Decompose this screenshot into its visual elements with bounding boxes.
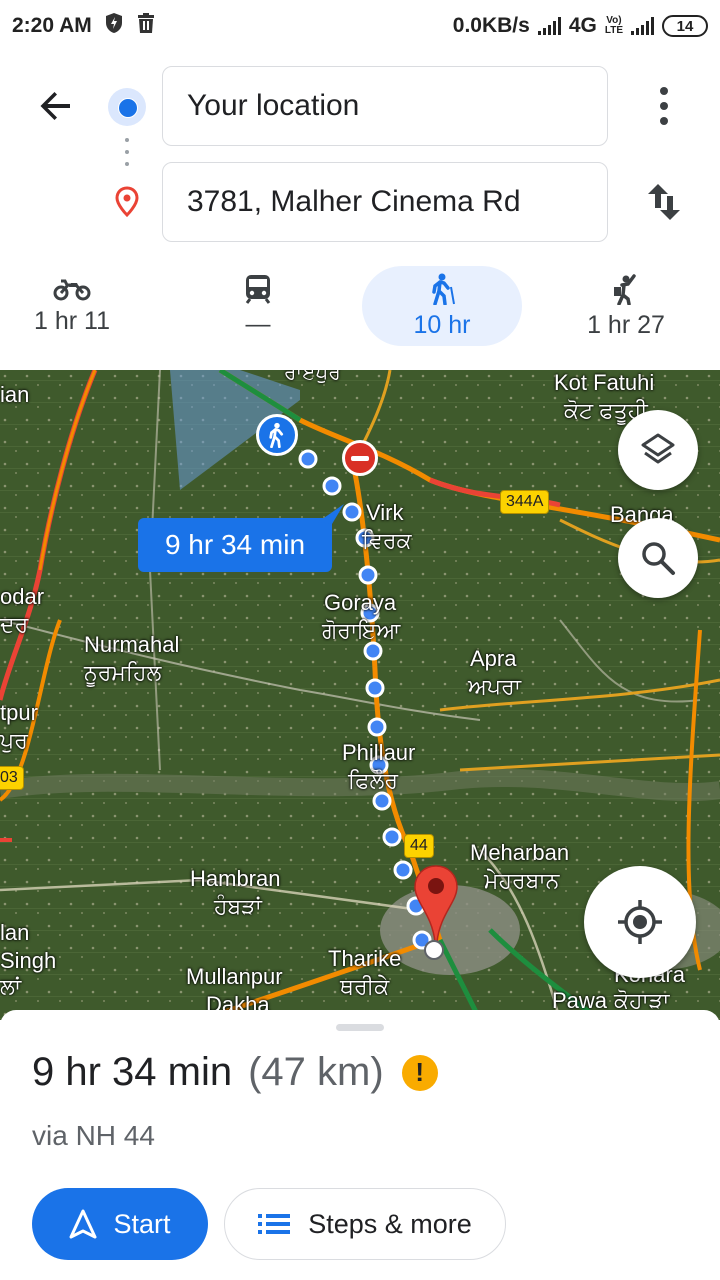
status-time: 2:20 AM [12, 14, 92, 37]
travel-mode-bar: 1 hr 11 — 10 hr 1 hr 27 [0, 266, 720, 348]
search-icon [642, 542, 675, 575]
walking-start-marker[interactable] [256, 414, 298, 456]
place-label-nurmahal-local: ਨੂਰਮਹਿਲ [84, 660, 162, 685]
place-label-meharban-local: ਮੇਹਰਬਾਨ [484, 868, 560, 893]
directions-panel: Your location 3781, Malher Cinema Rd 1 h… [0, 52, 720, 370]
place-label-phillaur: Phillaur [342, 740, 416, 765]
route-duration-callout[interactable]: 9 hr 34 min [138, 518, 332, 572]
status-bar: 2:20 AM 0.0KB/s 4G Vo) LTE 14 [0, 0, 720, 52]
road-closed-icon[interactable] [342, 440, 378, 476]
arrow-back-icon [40, 92, 70, 120]
place-label-apra-local: ਅਪਰਾ [468, 674, 522, 699]
place-label-goraya-local: ਗੋਰਾਇਆ [322, 618, 401, 643]
mode-walk-tab[interactable]: 10 hr [362, 266, 522, 346]
layers-button[interactable] [618, 410, 698, 490]
mode-ride-tab[interactable]: 1 hr 27 [564, 266, 688, 346]
mode-transit-tab[interactable]: — [196, 266, 320, 346]
place-label-tharike-local: ਥਰੀਕੇ [340, 974, 390, 999]
road-shield-03: 03 [0, 766, 24, 790]
signal-icon-2 [631, 17, 654, 35]
origin-dot-icon [108, 88, 146, 126]
destination-marker[interactable] [412, 864, 460, 964]
more-options-button[interactable] [648, 84, 680, 128]
destination-pin-icon [112, 186, 142, 223]
place-label-tpur: tpur [0, 700, 38, 725]
mode-motorcycle-value: 1 hr 11 [34, 306, 110, 335]
transit-icon [245, 274, 271, 304]
road-shield-344a: 344A [500, 490, 550, 514]
place-label-raipur: ਰਾਏਪੁਰ [284, 370, 341, 384]
motorcycle-icon [53, 279, 91, 300]
callout-pointer [318, 504, 344, 524]
navigation-arrow-icon [69, 1209, 97, 1239]
start-label: Start [113, 1208, 171, 1239]
shield-notification-icon [104, 12, 124, 40]
destination-input[interactable]: 3781, Malher Cinema Rd [162, 162, 608, 242]
hiking-icon [614, 273, 636, 305]
walk-icon [432, 273, 455, 305]
steps-label: Steps & more [308, 1208, 472, 1239]
back-button[interactable] [32, 82, 80, 130]
place-label-mullanpur: Mullanpur [186, 964, 283, 989]
route-distance: (47 km) [248, 1050, 384, 1094]
list-icon [258, 1214, 291, 1234]
place-label-nurmahal: Nurmahal [84, 632, 180, 657]
steps-and-more-button[interactable]: Steps & more [224, 1188, 506, 1260]
trash-notification-icon [136, 12, 156, 40]
route-bottom-sheet[interactable]: 9 hr 34 min (47 km) ! via NH 44 Start St… [0, 1010, 720, 1280]
place-label-tharike: Tharike [328, 946, 402, 971]
place-label-kot-fatuhi: Kot Fatuhi [554, 370, 655, 395]
route-via: via NH 44 [32, 1120, 155, 1151]
place-label-singh-local: ਲਾਂ [0, 974, 22, 999]
layers-icon [641, 433, 675, 464]
mode-ride-value: 1 hr 27 [587, 310, 665, 339]
drag-handle[interactable] [336, 1024, 384, 1031]
place-label-odar-local: ਦਰ [0, 612, 29, 637]
start-button[interactable]: Start [32, 1188, 208, 1260]
place-label-virk-local: ਵਿਰਕ [362, 528, 412, 553]
network-type: 4G [568, 14, 597, 37]
route-duration: 9 hr 34 min [32, 1050, 233, 1094]
place-label-apra: Apra [470, 646, 517, 671]
place-label-hambran-local: ਹੰਬੜਾਂ [214, 894, 262, 919]
mode-motorcycle-tab[interactable]: 1 hr 11 [10, 266, 134, 346]
route-connector-dots [125, 138, 129, 174]
place-label-meharban: Meharban [470, 840, 570, 865]
route-summary: 9 hr 34 min (47 km) ! [32, 1050, 438, 1095]
origin-input[interactable]: Your location [162, 66, 608, 146]
place-label-goraya: Goraya [324, 590, 397, 615]
search-along-route-button[interactable] [618, 518, 698, 598]
more-vert-icon [660, 87, 668, 125]
place-label-lan: lan [0, 920, 30, 945]
map-view[interactable]: 9 hr 34 min 344A 44 03 ਰਾਏਪੁਰ Kot Fatuhi… [0, 370, 720, 1020]
warning-icon[interactable]: ! [401, 1054, 438, 1091]
walk-icon [269, 422, 284, 448]
volte-indicator: Vo) LTE [604, 15, 623, 36]
place-label-odar: odar [0, 584, 45, 609]
mode-transit-value: — [245, 309, 271, 338]
mode-walk-value: 10 hr [413, 310, 471, 339]
swap-locations-button[interactable] [640, 178, 688, 226]
place-label-hambran: Hambran [190, 866, 281, 891]
my-location-button[interactable] [584, 866, 696, 978]
place-label-ian: ian [0, 382, 30, 407]
network-speed: 0.0KB/s [452, 14, 530, 37]
place-label-tpur-local: ਪੁਰ [0, 728, 28, 753]
place-label-virk: Virk [366, 500, 404, 525]
signal-icon [537, 17, 561, 35]
place-label-singh: Singh [0, 948, 57, 973]
road-shield-44: 44 [404, 834, 434, 858]
my-location-icon [618, 900, 662, 944]
battery-icon: 14 [662, 15, 708, 37]
map-pin-icon [414, 865, 458, 960]
place-label-phillaur-local: ਫਿਲੌਰ [348, 768, 398, 793]
swap-vert-icon [648, 184, 680, 220]
